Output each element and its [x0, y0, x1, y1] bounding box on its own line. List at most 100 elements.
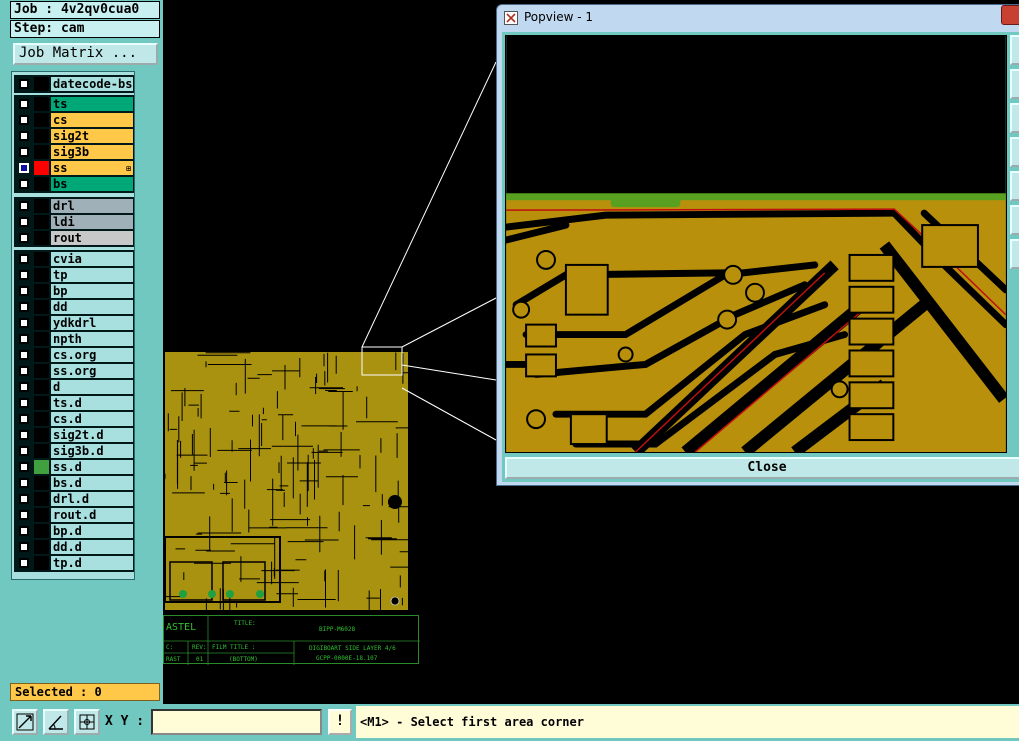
layer-checkbox[interactable] — [19, 446, 29, 456]
layer-name[interactable]: cs.org — [51, 348, 133, 362]
zoom-tool-button[interactable] — [12, 709, 38, 735]
layer-color-swatch[interactable] — [34, 508, 49, 522]
layer-checkbox[interactable] — [19, 558, 29, 568]
layer-row[interactable]: tp — [15, 267, 133, 283]
layer-name[interactable]: sig3b — [51, 145, 133, 159]
layer-row[interactable]: ss.d — [15, 459, 133, 475]
layer-name[interactable]: sig2t.d — [51, 428, 133, 442]
layer-checkbox[interactable] — [19, 398, 29, 408]
layer-color-swatch[interactable] — [34, 412, 49, 426]
layer-name[interactable]: dd — [51, 300, 133, 314]
layer-name[interactable]: sig2t — [51, 129, 133, 143]
zoomed-board-canvas[interactable] — [505, 35, 1007, 453]
layer-color-swatch[interactable] — [34, 540, 49, 554]
side-button-2[interactable] — [1010, 69, 1019, 99]
layer-color-swatch[interactable] — [34, 113, 49, 127]
layer-checkbox[interactable] — [19, 414, 29, 424]
layer-row[interactable]: dd — [15, 299, 133, 315]
measure-tool-button[interactable] — [43, 709, 69, 735]
layer-color-swatch[interactable] — [34, 428, 49, 442]
layer-checkbox[interactable] — [19, 318, 29, 328]
layer-name[interactable]: bs.d — [51, 476, 133, 490]
layer-row[interactable]: sig3b — [15, 144, 133, 160]
window-close-icon[interactable] — [1001, 5, 1019, 25]
layer-color-swatch[interactable] — [34, 231, 49, 245]
layer-checkbox[interactable] — [19, 115, 29, 125]
layer-color-swatch[interactable] — [34, 332, 49, 346]
layer-name[interactable]: rout.d — [51, 508, 133, 522]
layer-row[interactable]: datecode-bs — [15, 76, 133, 92]
layer-row[interactable]: cs.org — [15, 347, 133, 363]
layer-name[interactable]: cvia — [51, 252, 133, 266]
popview-titlebar[interactable]: Popview - 1 — [497, 5, 1019, 31]
layer-color-swatch[interactable] — [34, 145, 49, 159]
layer-row[interactable]: drl.d — [15, 491, 133, 507]
layer-row[interactable]: bp.d — [15, 523, 133, 539]
layer-color-swatch[interactable] — [34, 364, 49, 378]
layer-checkbox[interactable] — [19, 302, 29, 312]
layer-checkbox[interactable] — [19, 350, 29, 360]
layer-color-swatch[interactable] — [34, 316, 49, 330]
layer-checkbox[interactable] — [19, 526, 29, 536]
layer-color-swatch[interactable] — [34, 396, 49, 410]
layer-color-swatch[interactable] — [34, 199, 49, 213]
layer-color-swatch[interactable] — [34, 177, 49, 191]
layer-name[interactable]: bp — [51, 284, 133, 298]
layer-color-swatch[interactable] — [34, 300, 49, 314]
layer-name[interactable]: cs.d — [51, 412, 133, 426]
xy-coordinate-input[interactable] — [151, 709, 322, 735]
layer-name[interactable]: cs — [51, 113, 133, 127]
layer-name[interactable]: tp — [51, 268, 133, 282]
layer-color-swatch[interactable] — [34, 252, 49, 266]
layer-row[interactable]: bs — [15, 176, 133, 192]
layer-row[interactable]: ts.d — [15, 395, 133, 411]
board-view[interactable] — [165, 352, 408, 610]
layer-color-swatch[interactable] — [34, 284, 49, 298]
layer-row[interactable]: sig3b.d — [15, 443, 133, 459]
layer-color-swatch[interactable] — [34, 524, 49, 538]
layer-row[interactable]: ldi — [15, 214, 133, 230]
layer-name[interactable]: ss.org — [51, 364, 133, 378]
layer-color-swatch[interactable] — [34, 77, 49, 91]
layer-name[interactable]: drl — [51, 199, 133, 213]
layer-name[interactable]: ss.d — [51, 460, 133, 474]
layer-color-swatch[interactable] — [34, 476, 49, 490]
layer-row[interactable]: sig2t — [15, 128, 133, 144]
layer-color-swatch[interactable] — [34, 556, 49, 570]
layer-checkbox[interactable] — [19, 131, 29, 141]
layer-name[interactable]: drl.d — [51, 492, 133, 506]
layer-checkbox[interactable] — [19, 510, 29, 520]
layer-name[interactable]: ldi — [51, 215, 133, 229]
layer-row[interactable]: ydkdrl — [15, 315, 133, 331]
layer-row[interactable]: ss ⊞ — [15, 160, 133, 176]
layer-row[interactable]: cvia — [15, 251, 133, 267]
side-button-5[interactable] — [1010, 171, 1019, 201]
side-button-7[interactable] — [1010, 239, 1019, 269]
layer-row[interactable]: npth — [15, 331, 133, 347]
layer-row[interactable]: tp.d — [15, 555, 133, 571]
layer-name[interactable]: bp.d — [51, 524, 133, 538]
layer-row[interactable]: cs — [15, 112, 133, 128]
layer-name[interactable]: ss ⊞ — [51, 161, 133, 175]
layer-color-swatch[interactable] — [34, 348, 49, 362]
layer-checkbox[interactable] — [19, 494, 29, 504]
layer-checkbox[interactable] — [19, 147, 29, 157]
layer-name[interactable]: tp.d — [51, 556, 133, 570]
layer-row[interactable]: rout — [15, 230, 133, 246]
layer-color-swatch[interactable] — [34, 161, 49, 175]
layer-row[interactable]: ss.org — [15, 363, 133, 379]
layer-checkbox[interactable] — [19, 201, 29, 211]
alert-button[interactable]: ! — [328, 709, 352, 735]
layer-checkbox[interactable] — [19, 79, 29, 89]
job-matrix-button[interactable]: Job Matrix ... — [13, 43, 158, 65]
layer-name[interactable]: npth — [51, 332, 133, 346]
layer-color-swatch[interactable] — [34, 268, 49, 282]
layer-row[interactable]: d — [15, 379, 133, 395]
layer-color-swatch[interactable] — [34, 129, 49, 143]
layer-checkbox[interactable] — [19, 478, 29, 488]
layer-checkbox[interactable] — [19, 382, 29, 392]
layer-row[interactable]: ts — [15, 96, 133, 112]
side-button-4[interactable] — [1010, 137, 1019, 167]
layer-row[interactable]: cs.d — [15, 411, 133, 427]
layer-checkbox[interactable] — [19, 179, 29, 189]
